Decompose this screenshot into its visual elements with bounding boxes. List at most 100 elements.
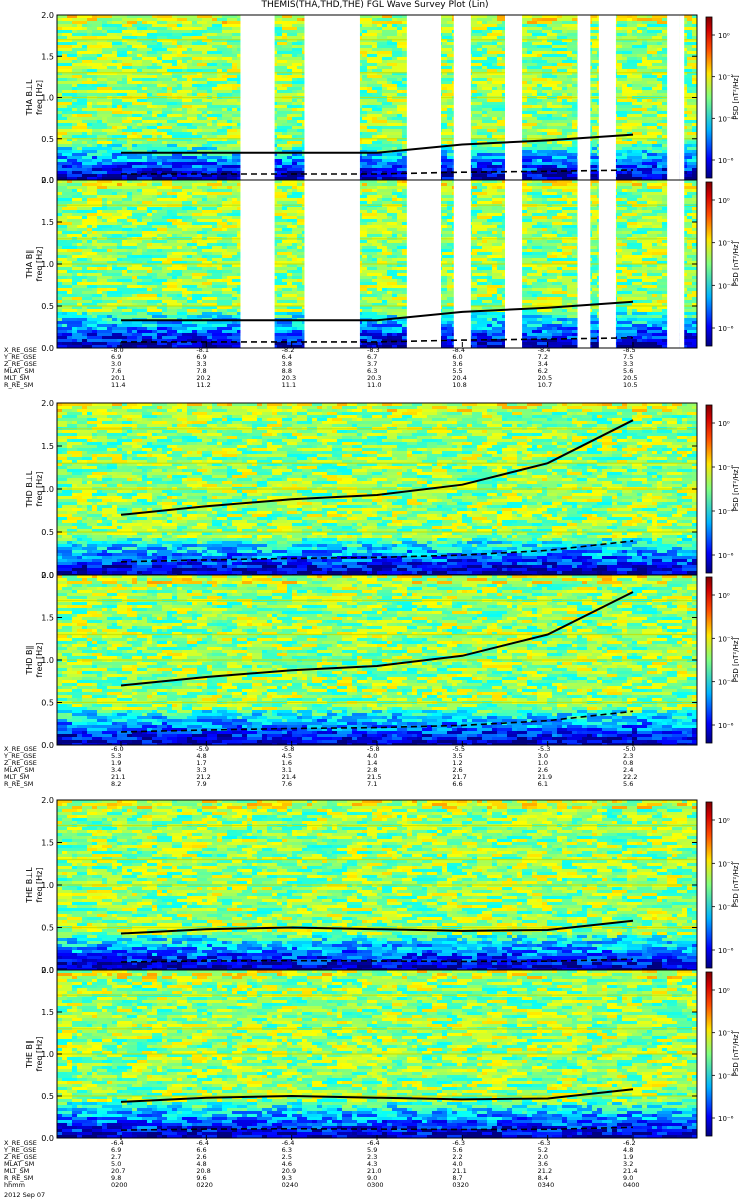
ephemeris-row: Y_RE_GSE 6.9 6.6 6.3 5.9 5.6 5.2 4.8: [4, 1147, 704, 1154]
y-tick-label: 1.5: [41, 442, 54, 451]
data-gap: [304, 180, 359, 348]
ephemeris-tha: X_RE_GSE -8.0 -8.1 -8.2 -8.3 -8.4 -8.4 -8.5 Y_RE…: [4, 347, 704, 407]
time-tick-label: 0400: [623, 1182, 640, 1189]
y-tick-label: 0.5: [41, 302, 54, 311]
data-gap: [680, 180, 684, 348]
ephemeris-row: Z_RE_GSE 1.9 1.7 1.6 1.4 1.2 1.0 0.8: [4, 760, 704, 767]
ephemeris-value: 11.2: [196, 382, 210, 389]
data-gap: [454, 180, 471, 348]
ephemeris-row: MLAT_SM 7.6 7.8 8.8 6.3 5.5 6.2 5.6: [4, 368, 704, 375]
panel-ylabel-units: freq [Hz]: [35, 643, 44, 678]
data-gap: [680, 15, 684, 180]
colorbar-tick-label: 10⁰: [718, 197, 730, 205]
ephemeris-label: R_RE_SM: [4, 382, 33, 389]
ephemeris-row: MLAT_SM 3.4 3.3 3.1 2.8 2.6 2.6 2.4: [4, 767, 704, 774]
ephemeris-row: R_RE_SM 9.8 9.6 9.3 9.0 8.7 8.4 9.0: [4, 1175, 704, 1182]
colorbar-label: PSD [nT²/Hz]: [732, 241, 740, 286]
colorbar-tick-label: 10⁰: [718, 32, 730, 40]
ephemeris-row: X_RE_GSE -8.0 -8.1 -8.2 -8.3 -8.4 -8.4 -8.5: [4, 347, 704, 354]
y-tick-label: 0.5: [41, 699, 54, 708]
ephemeris-row: Z_RE_GSE 3.0 3.3 3.8 3.7 3.6 3.4 3.3: [4, 361, 704, 368]
y-tick-label: 2.0: [41, 571, 54, 580]
ephemeris-value: 6.1: [538, 781, 548, 788]
ephemeris-thd: X_RE_GSE -6.0 -5.9 -5.8 -5.8 -5.5 -5.3 -5.0 Y_RE…: [4, 746, 704, 806]
colorbar-tick-label: 10⁻⁶: [718, 1115, 734, 1123]
ephemeris-row: R_RE_SM 11.4 11.2 11.1 11.0 10.8 10.7 10.5: [4, 382, 704, 389]
colorbar-tick-label: 10⁻⁶: [718, 722, 734, 730]
colorbar: 10⁰10⁻²10⁻⁴10⁻⁶PSD [nT²/Hz]: [706, 405, 740, 573]
data-gap: [599, 15, 616, 180]
ephemeris-row: Y_RE_GSE 5.3 4.8 4.5 4.0 3.5 3.0 2.3: [4, 753, 704, 760]
panel-the-bpar: 0.00.51.01.52.0THE B∥ freq [Hz]10⁰10⁻²10⁻…: [25, 966, 740, 1143]
ephemeris-value: 10.7: [538, 382, 552, 389]
ephemeris-value: 11.0: [367, 382, 381, 389]
ephemeris-row: MLAT_SM 5.0 4.8 4.6 4.3 4.0 3.6 3.2: [4, 1161, 704, 1168]
data-gap: [667, 15, 680, 180]
ephemeris-value: 10.5: [623, 382, 637, 389]
panel-ylabel-units: freq [Hz]: [35, 472, 44, 507]
ephemeris-value: 6.6: [452, 781, 462, 788]
data-gap: [240, 15, 274, 180]
data-gap: [505, 15, 522, 180]
panel-ylabel: THE B∥: [25, 1040, 34, 1069]
y-tick-label: 2.0: [41, 11, 54, 20]
ephemeris-row: hhmm 0200 0220 0240 0300 0320 0340 0400: [4, 1182, 704, 1189]
y-tick-label: 1.5: [41, 839, 54, 848]
colorbar-tick-label: 10⁻⁶: [718, 947, 734, 955]
y-tick-label: 1.5: [41, 1008, 54, 1017]
data-gap: [407, 15, 441, 180]
ephemeris-row: MLT_SM 21.1 21.2 21.4 21.5 21.7 21.9 22.2: [4, 774, 704, 781]
y-tick-label: 0.5: [41, 528, 54, 537]
time-tick-label: 0220: [196, 1182, 213, 1189]
time-tick-label: 0300: [367, 1182, 384, 1189]
colorbar: 10⁰10⁻²10⁻⁴10⁻⁶PSD [nT²/Hz]: [706, 577, 740, 743]
colorbar: 10⁰10⁻²10⁻⁴10⁻⁶PSD [nT²/Hz]: [706, 802, 740, 968]
panel-tha-bll: 0.00.51.01.52.0THA B⊥L freq [Hz]10⁰10⁻²10…: [25, 11, 740, 185]
colorbar-tick-label: 10⁰: [718, 592, 730, 600]
colorbar: 10⁰10⁻²10⁻⁴10⁻⁶PSD [nT²/Hz]: [706, 182, 740, 346]
ephemeris-row: R_RE_SM 8.2 7.9 7.6 7.1 6.6 6.1 5.6: [4, 781, 704, 788]
data-gap: [240, 180, 274, 348]
ephemeris-value: 7.9: [196, 781, 206, 788]
time-tick-label: 0200: [111, 1182, 128, 1189]
spectrogram-figure: 0.00.51.01.52.0THA B⊥L freq [Hz]10⁰10⁻²10…: [0, 0, 750, 1200]
y-tick-label: 0.5: [41, 135, 54, 144]
y-tick-label: 2.0: [41, 966, 54, 975]
ephemeris-row: MLT_SM 20.1 20.2 20.3 20.3 20.4 20.5 20.5: [4, 375, 704, 382]
ephemeris-row: MLT_SM 20.7 20.8 20.9 21.0 21.1 21.2 21.4: [4, 1168, 704, 1175]
ephemeris-label: hhmm: [4, 1182, 25, 1189]
panel-ylabel-units: freq [Hz]: [35, 868, 44, 903]
ephemeris-value: 11.1: [282, 382, 296, 389]
colorbar-tick-label: 10⁰: [718, 420, 730, 428]
time-tick-label: 0340: [538, 1182, 555, 1189]
y-tick-label: 0.5: [41, 1092, 54, 1101]
y-tick-label: 2.0: [41, 176, 54, 185]
panel-ylabel-units: freq [Hz]: [35, 80, 44, 115]
panel-ylabel: THA B∥: [25, 250, 34, 279]
colorbar-label: PSD [nT²/Hz]: [732, 637, 740, 682]
colorbar-tick-label: 10⁻⁶: [718, 552, 734, 560]
y-tick-label: 1.5: [41, 218, 54, 227]
data-gap: [578, 180, 591, 348]
ephemeris-row: Y_RE_GSE 6.9 6.9 6.4 6.7 6.0 7.2 7.5: [4, 354, 704, 361]
ephemeris-row: X_RE_GSE -6.0 -5.9 -5.8 -5.8 -5.5 -5.3 -5.0: [4, 746, 704, 753]
data-gap: [454, 15, 471, 180]
ephemeris-value: 5.6: [623, 781, 633, 788]
panel-thd-bll: 0.00.51.01.52.0THD B⊥L freq [Hz]10⁰10⁻²10…: [25, 399, 740, 580]
ephemeris-row: X_RE_GSE -6.4 -6.4 -6.4 -6.4 -6.3 -6.3 -6.2: [4, 1140, 704, 1147]
data-gap: [407, 180, 441, 348]
panel-ylabel: THD B⊥L: [25, 470, 34, 508]
data-gap: [578, 15, 591, 180]
data-gap: [505, 180, 522, 348]
ephemeris-value: 7.1: [367, 781, 377, 788]
panel-thd-bpar: 0.00.51.01.52.0THD B∥ freq [Hz]10⁰10⁻²10⁻…: [25, 571, 740, 750]
y-tick-label: 1.5: [41, 614, 54, 623]
colorbar: 10⁰10⁻²10⁻⁴10⁻⁶PSD [nT²/Hz]: [706, 972, 740, 1136]
ephemeris-the: X_RE_GSE -6.4 -6.4 -6.4 -6.4 -6.3 -6.3 -6.2 Y_RE…: [4, 1140, 704, 1200]
colorbar: 10⁰10⁻²10⁻⁴10⁻⁶PSD [nT²/Hz]: [706, 17, 740, 178]
colorbar-tick-label: 10⁰: [718, 987, 730, 995]
y-tick-label: 0.5: [41, 924, 54, 933]
time-tick-label: 0320: [452, 1182, 469, 1189]
data-gap: [304, 15, 359, 180]
ephemeris-value: 10.8: [452, 382, 466, 389]
